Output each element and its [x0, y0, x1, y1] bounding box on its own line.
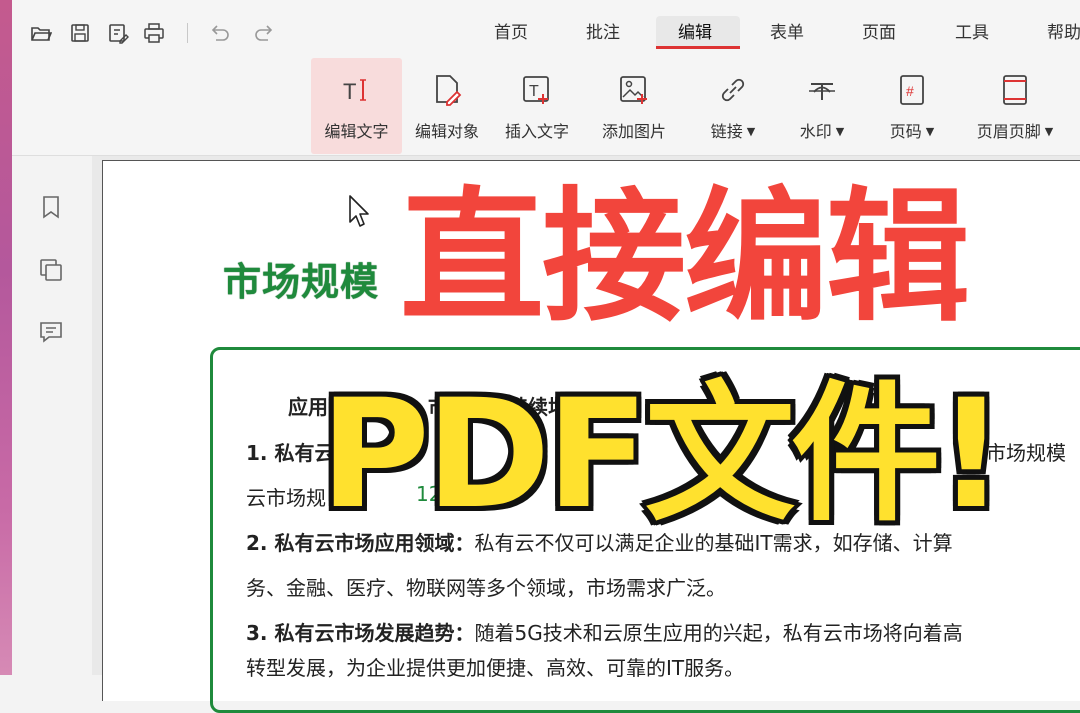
- page-number-label: 页码 ▼: [889, 122, 935, 141]
- add-image-icon: [616, 72, 652, 108]
- insert-text-label: 插入文字: [504, 122, 569, 141]
- svg-text:T: T: [343, 79, 356, 104]
- overlay-caption-top: 直接编辑: [400, 173, 970, 341]
- edit-object-button[interactable]: 编辑对象: [402, 58, 492, 154]
- edit-text-label: 编辑文字: [324, 122, 389, 141]
- document-heading[interactable]: 市场规模: [223, 251, 379, 306]
- edit-object-label: 编辑对象: [414, 122, 479, 141]
- pages-icon[interactable]: [38, 257, 64, 283]
- insert-text-button[interactable]: T 插入文字: [492, 58, 582, 154]
- header-footer-button[interactable]: 页眉页脚 ▼: [962, 58, 1068, 154]
- tab-form[interactable]: 表单: [770, 22, 804, 44]
- active-tab-indicator: [656, 46, 740, 49]
- doc-line-6[interactable]: 转型发展，为企业提供更加便捷、高效、可靠的IT服务。: [246, 652, 744, 681]
- edit-text-icon: T: [339, 72, 375, 108]
- save-as-icon[interactable]: [107, 22, 129, 44]
- mouse-cursor-icon: [349, 195, 369, 227]
- tab-annotate[interactable]: 批注: [586, 22, 620, 44]
- ribbon: 首页 批注 编辑 表单 页面 工具 帮助 T 编辑文字 编辑对象 T 插入文字: [12, 0, 1080, 156]
- page-number-icon: #: [894, 72, 930, 108]
- edit-object-icon: [429, 72, 465, 108]
- header-footer-icon: [997, 72, 1033, 108]
- overlay-caption-bottom: PDF文件!: [316, 368, 1009, 542]
- add-image-label: 添加图片: [601, 122, 666, 141]
- redo-icon[interactable]: [254, 22, 276, 44]
- add-image-button[interactable]: 添加图片: [588, 58, 680, 154]
- svg-text:T: T: [529, 83, 539, 100]
- desktop-wallpaper-edge: [0, 0, 12, 675]
- tab-edit[interactable]: 编辑: [678, 22, 712, 44]
- doc-line-5[interactable]: 3. 私有云市场发展趋势：随着5G技术和云原生应用的兴起，私有云市场将向着高: [246, 617, 963, 646]
- tab-page[interactable]: 页面: [862, 22, 896, 44]
- left-sidebar: [12, 156, 92, 675]
- link-label: 链接 ▼: [710, 122, 756, 141]
- watermark-label: 水印 ▼: [799, 122, 845, 141]
- tab-home[interactable]: 首页: [494, 22, 528, 44]
- comment-icon[interactable]: [38, 319, 64, 345]
- doc-line-2[interactable]: 云市场规 12: [246, 482, 441, 511]
- header-footer-label: 页眉页脚 ▼: [976, 122, 1054, 141]
- print-icon[interactable]: [143, 22, 165, 44]
- edit-text-button[interactable]: T 编辑文字: [311, 58, 402, 154]
- page-number-button[interactable]: # 页码 ▼: [868, 58, 956, 154]
- open-icon[interactable]: [30, 22, 53, 44]
- tab-tools[interactable]: 工具: [955, 22, 989, 44]
- bookmark-icon[interactable]: [38, 194, 64, 220]
- watermark-button[interactable]: 水印 ▼: [778, 58, 866, 154]
- undo-icon[interactable]: [208, 22, 230, 44]
- save-icon[interactable]: [69, 22, 91, 44]
- doc-line-4[interactable]: 务、金融、医疗、物联网等多个领域，市场需求广泛。: [246, 572, 726, 601]
- link-icon: [715, 72, 751, 108]
- insert-text-icon: T: [519, 72, 555, 108]
- link-button[interactable]: 链接 ▼: [688, 58, 778, 154]
- watermark-icon: [804, 72, 840, 108]
- toolbar-separator: [187, 23, 188, 43]
- tab-help[interactable]: 帮助: [1047, 22, 1080, 44]
- svg-text:#: #: [906, 83, 914, 99]
